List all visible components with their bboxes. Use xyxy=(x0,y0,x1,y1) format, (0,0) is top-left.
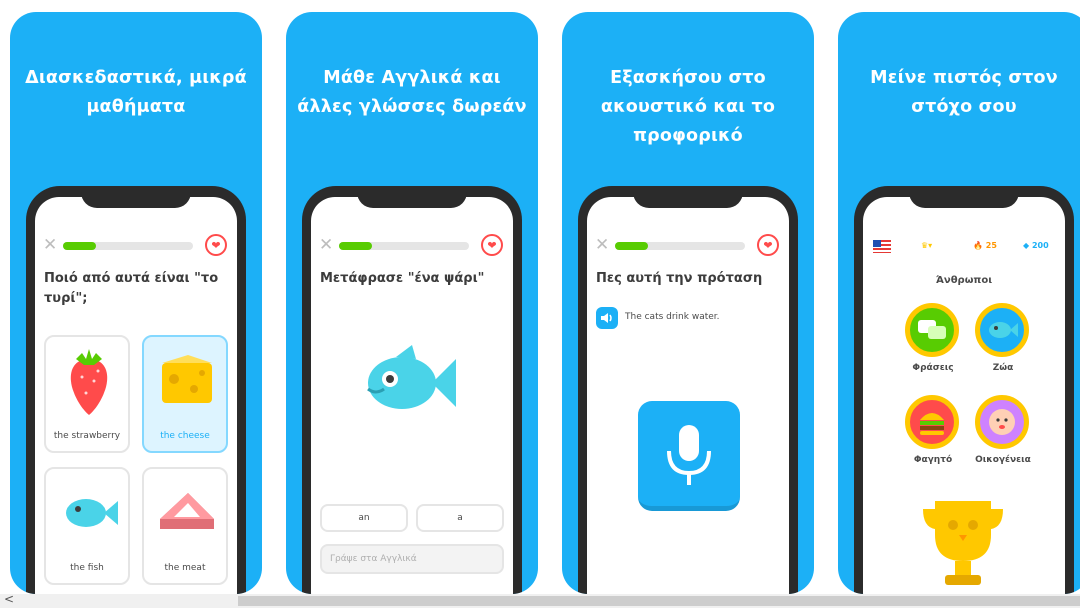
heart-icon[interactable]: ❤ xyxy=(757,234,779,256)
skill-animals[interactable] xyxy=(975,303,1029,357)
skill-label: Φράσεις xyxy=(912,363,954,373)
gem-icon: ◆ xyxy=(1023,241,1030,250)
progress-fill xyxy=(339,242,372,250)
phone-mockup: ✕ ❤ Πες αυτή την πρόταση The cats drink … xyxy=(578,186,798,594)
option-label: the meat xyxy=(164,563,206,573)
microphone-button[interactable] xyxy=(638,401,740,511)
skill-label: Φαγητό xyxy=(913,455,953,465)
skill-family[interactable] xyxy=(975,395,1029,449)
fish-icon xyxy=(989,322,1018,338)
skill-label: Οικογένεια xyxy=(975,455,1031,465)
trophy-owl-icon xyxy=(923,501,1003,585)
fish-icon xyxy=(66,499,118,527)
phone-mockup: ✕ ❤ Μετάφρασε "ένα ψάρι" an a Γράψε στα … xyxy=(302,186,522,594)
baby-icon xyxy=(989,409,1015,435)
fish-icon xyxy=(367,345,456,409)
sentence-text: The cats drink water. xyxy=(625,312,720,322)
progress-fill xyxy=(63,242,96,250)
phone-notch xyxy=(357,186,467,208)
phone-screen: ✕ ❤ Ποιό από αυτά είναι "το τυρί"; the s… xyxy=(35,197,237,594)
phone-notch xyxy=(633,186,743,208)
streak-counter[interactable]: 🔥 25 xyxy=(973,237,997,255)
meat-icon xyxy=(160,493,214,529)
card-title: Διασκεδαστικά, μικρά μαθήματα xyxy=(25,68,247,117)
word-chip-a[interactable]: a xyxy=(416,504,504,532)
skill-food[interactable] xyxy=(905,395,959,449)
speaker-icon[interactable] xyxy=(596,307,618,329)
burger-icon xyxy=(920,413,944,435)
option-meat[interactable]: the meat xyxy=(142,467,228,585)
close-icon[interactable]: ✕ xyxy=(43,237,57,254)
scroll-thumb[interactable] xyxy=(238,596,1080,606)
phone-screen: ✕ ❤ Πες αυτή την πρόταση The cats drink … xyxy=(587,197,789,594)
close-icon[interactable]: ✕ xyxy=(319,237,333,254)
gems-counter[interactable]: ◆ 200 xyxy=(1023,237,1049,255)
skill-label: Ζώα xyxy=(992,363,1014,373)
option-cheese[interactable]: the cheese xyxy=(142,335,228,453)
scroll-left-arrow[interactable]: < xyxy=(4,592,14,606)
screenshot-card-speaking[interactable]: Εξασκήσου στο ακουστικό και το προφορικό… xyxy=(562,12,814,594)
screenshot-card-goals[interactable]: Μείνε πιστός στον στόχο σου ♛▾ 🔥 25 ◆ 20… xyxy=(838,12,1080,594)
card-title: Εξασκήσου στο ακουστικό και το προφορικό xyxy=(600,68,776,146)
stats-bar: ♛▾ 🔥 25 ◆ 200 xyxy=(863,237,1065,257)
app-store-screenshots: Διασκεδαστικά, μικρά μαθήματα ✕ ❤ Ποιό α… xyxy=(0,0,1080,608)
lesson-progress-bar xyxy=(339,242,469,250)
streak-value: 25 xyxy=(985,241,997,250)
card-title: Μείνε πιστός στον στόχο σου xyxy=(870,68,1058,117)
skill-phrases[interactable] xyxy=(905,303,959,357)
close-icon[interactable]: ✕ xyxy=(595,237,609,254)
flame-icon: 🔥 xyxy=(973,241,983,250)
option-label: the fish xyxy=(70,563,104,573)
heart-icon[interactable]: ❤ xyxy=(481,234,503,256)
progress-fill xyxy=(615,242,648,250)
phone-mockup: ♛▾ 🔥 25 ◆ 200 Άνθρωποι Φράσεις Ζώα Φαγητ… xyxy=(854,186,1074,594)
answer-input[interactable]: Γράψε στα Αγγλικά xyxy=(320,544,504,574)
chat-bubbles-icon xyxy=(918,320,946,339)
screenshot-card-lessons[interactable]: Διασκεδαστικά, μικρά μαθήματα ✕ ❤ Ποιό α… xyxy=(10,12,262,594)
option-fish[interactable]: the fish xyxy=(44,467,130,585)
lesson-progress-bar xyxy=(615,242,745,250)
heart-icon[interactable]: ❤ xyxy=(205,234,227,256)
crown-icon[interactable]: ♛▾ xyxy=(921,237,932,255)
phone-notch xyxy=(909,186,1019,208)
gems-value: 200 xyxy=(1031,241,1049,250)
cheese-icon xyxy=(162,355,212,403)
option-label: the cheese xyxy=(160,431,210,441)
horizontal-scrollbar[interactable]: < xyxy=(0,592,1080,608)
phone-screen: ♛▾ 🔥 25 ◆ 200 Άνθρωποι Φράσεις Ζώα Φαγητ… xyxy=(863,197,1065,594)
question-text: Ποιό από αυτά είναι "το τυρί"; xyxy=(44,271,219,306)
phone-mockup: ✕ ❤ Ποιό από αυτά είναι "το τυρί"; the s… xyxy=(26,186,246,594)
us-flag-icon[interactable] xyxy=(873,240,891,253)
phone-screen: ✕ ❤ Μετάφρασε "ένα ψάρι" an a Γράψε στα … xyxy=(311,197,513,594)
word-chip-an[interactable]: an xyxy=(320,504,408,532)
screenshot-card-languages[interactable]: Μάθε Αγγλικά και άλλες γλώσσες δωρεάν ✕ … xyxy=(286,12,538,594)
strawberry-icon xyxy=(70,349,108,415)
question-text: Πες αυτή την πρόταση xyxy=(596,271,763,286)
option-label: the strawberry xyxy=(53,431,121,441)
card-title: Μάθε Αγγλικά και άλλες γλώσσες δωρεάν xyxy=(297,68,527,117)
phone-notch xyxy=(81,186,191,208)
microphone-icon xyxy=(667,425,711,485)
option-strawberry[interactable]: the strawberry xyxy=(44,335,130,453)
unit-title: Άνθρωποι xyxy=(935,275,993,286)
question-text: Μετάφρασε "ένα ψάρι" xyxy=(320,271,485,286)
lesson-progress-bar xyxy=(63,242,193,250)
